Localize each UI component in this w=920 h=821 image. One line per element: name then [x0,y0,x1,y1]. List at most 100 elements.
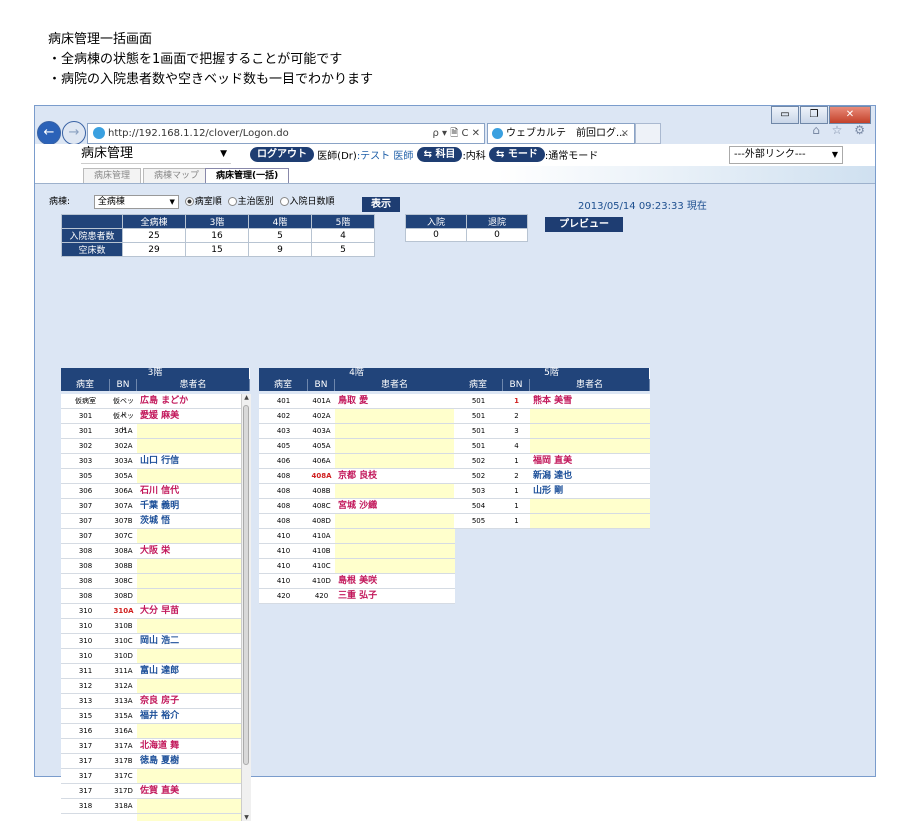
bed-row[interactable]: 402 402A [259,409,455,424]
bed-row[interactable]: 504 1 [454,499,650,514]
tab-close-icon[interactable]: × [621,124,629,143]
patient-name[interactable]: 熊本 美雪 [530,394,650,408]
sort-days-radio[interactable] [279,197,289,206]
patient-name[interactable]: 山口 行信 [137,454,241,468]
bed-row[interactable]: 501 2 [454,409,650,424]
bed-row[interactable]: 310 310C 岡山 浩二 [61,634,241,649]
preview-button[interactable]: プレビュー [545,217,623,232]
patient-name[interactable]: 茨城 悟 [137,514,241,528]
bed-row[interactable]: 408 408A 京都 良枝 [259,469,455,484]
bed-row[interactable]: 310 310A 大分 早苗 [61,604,241,619]
dept-button[interactable]: ⇆ 科目 [416,147,463,162]
bed-row[interactable]: 303 303A 山口 行信 [61,454,241,469]
patient-name[interactable]: 千葉 義明 [137,499,241,513]
bed-row[interactable]: 408 408C 宮城 沙織 [259,499,455,514]
bed-row[interactable]: 317 317D 佐賀 直美 [61,784,241,799]
bed-row[interactable]: 408 408D [259,514,455,529]
tab-bed-management-bulk[interactable]: 病床管理(一括) [205,168,290,183]
bed-row[interactable]: 315 315A 福井 裕介 [61,709,241,724]
forward-button[interactable]: → [62,121,86,145]
bed-row[interactable]: 406 406A [259,454,455,469]
bed-row[interactable]: 317 317B 徳島 夏樹 [61,754,241,769]
bed-row[interactable]: 301 301A [61,424,241,439]
bed-row[interactable]: 仮病室 仮ベッド 広島 まどか [61,394,241,419]
tab-ward-map[interactable]: 病棟マップ [143,168,211,183]
patient-name[interactable]: 徳島 夏樹 [137,754,241,768]
bed-row[interactable]: 501 1 熊本 美雪 [454,394,650,409]
patient-name[interactable]: 北海道 舞 [137,739,241,753]
bed-row[interactable]: 306 306A 石川 信代 [61,484,241,499]
bed-row[interactable]: 501 4 [454,439,650,454]
patient-name[interactable]: 広島 まどか [137,394,241,408]
bed-row[interactable]: 410 410C [259,559,455,574]
bed-row[interactable]: 410 410A [259,529,455,544]
bed-row[interactable]: 408 408B [259,484,455,499]
bed-row[interactable]: 502 1 福岡 直美 [454,454,650,469]
tab-bed-management[interactable]: 病床管理 [83,168,142,183]
patient-name[interactable]: 大分 早苗 [137,604,241,618]
ward-scrollbar[interactable]: ▲ ▼ [241,394,251,821]
address-tools[interactable]: ρ ▾ 🗎 C ✕ [433,124,480,143]
bed-row[interactable]: 307 307B 茨城 悟 [61,514,241,529]
patient-name[interactable]: 京都 良枝 [335,469,455,483]
patient-name[interactable]: 山形 剛 [530,484,650,498]
mode-button[interactable]: ⇆ モード [489,147,545,162]
bed-row[interactable]: 401 401A 鳥取 愛 [259,394,455,409]
bed-row[interactable]: 501 3 [454,424,650,439]
bed-row[interactable]: 312 312A [61,679,241,694]
patient-name[interactable]: 愛媛 麻美 [137,409,241,423]
bed-row[interactable]: 302 302A [61,439,241,454]
bed-row[interactable]: 502 2 新潟 達也 [454,469,650,484]
patient-name[interactable]: 富山 達郎 [137,664,241,678]
bed-row[interactable]: 310 310B [61,619,241,634]
bed-row[interactable] [61,814,241,821]
bed-row[interactable]: 403 403A [259,424,455,439]
bed-row[interactable]: 410 410D 島根 美咲 [259,574,455,589]
patient-name[interactable]: 宮城 沙織 [335,499,455,513]
back-button[interactable]: ← [37,121,61,145]
bed-row[interactable]: 311 311A 富山 達郎 [61,664,241,679]
bed-row[interactable]: 308 308B [61,559,241,574]
patient-name[interactable]: 福井 裕介 [137,709,241,723]
patient-name[interactable]: 奈良 房子 [137,694,241,708]
bed-row[interactable]: 316 316A [61,724,241,739]
address-bar[interactable]: http://192.168.1.12/clover/Logon.do ρ ▾ … [87,123,485,144]
bed-row[interactable]: 317 317A 北海道 舞 [61,739,241,754]
scroll-up-icon[interactable]: ▲ [242,394,251,401]
sort-doctor-radio[interactable] [227,197,237,206]
bed-row[interactable]: 308 308D [61,589,241,604]
patient-name[interactable]: 鳥取 愛 [335,394,455,408]
logout-button[interactable]: ログアウト [250,147,314,162]
bed-row[interactable]: 420 420 三重 弘子 [259,589,455,604]
bed-row[interactable]: 503 1 山形 剛 [454,484,650,499]
patient-name[interactable]: 大阪 栄 [137,544,241,558]
module-select[interactable]: 病床管理 ▼ [81,145,231,164]
external-link-select[interactable]: ---外部リンク--- ▼ [729,146,843,164]
patient-name[interactable]: 佐賀 直美 [137,784,241,798]
bed-row[interactable]: 301 仮ベッド 愛媛 麻美 [61,409,241,434]
scroll-thumb[interactable] [243,405,249,765]
bed-row[interactable]: 310 310D [61,649,241,664]
bed-row[interactable]: 318 318A [61,799,241,814]
browser-tab[interactable]: ウェブカルテ 前回ログ... × [487,123,635,144]
display-button[interactable]: 表示 [362,197,400,212]
scroll-down-icon[interactable]: ▼ [242,814,251,821]
bed-row[interactable]: 410 410B [259,544,455,559]
bed-row[interactable]: 305 305A [61,469,241,484]
patient-name[interactable]: 岡山 浩二 [137,634,241,648]
home-favorites-settings-icons[interactable]: ⌂ ☆ ⚙ [812,123,869,137]
bed-row[interactable]: 313 313A 奈良 房子 [61,694,241,709]
sort-room-radio[interactable] [184,197,194,206]
patient-name[interactable]: 石川 信代 [137,484,241,498]
bed-row[interactable]: 308 308A 大阪 栄 [61,544,241,559]
new-tab-button[interactable] [635,123,661,144]
patient-name[interactable]: 島根 美咲 [335,574,455,588]
bed-row[interactable]: 307 307A 千葉 義明 [61,499,241,514]
patient-name[interactable]: 三重 弘子 [335,589,455,603]
bed-row[interactable]: 405 405A [259,439,455,454]
bed-row[interactable]: 307 307C [61,529,241,544]
patient-name[interactable]: 福岡 直美 [530,454,650,468]
bed-row[interactable]: 308 308C [61,574,241,589]
patient-name[interactable]: 新潟 達也 [530,469,650,483]
bed-row[interactable]: 505 1 [454,514,650,529]
